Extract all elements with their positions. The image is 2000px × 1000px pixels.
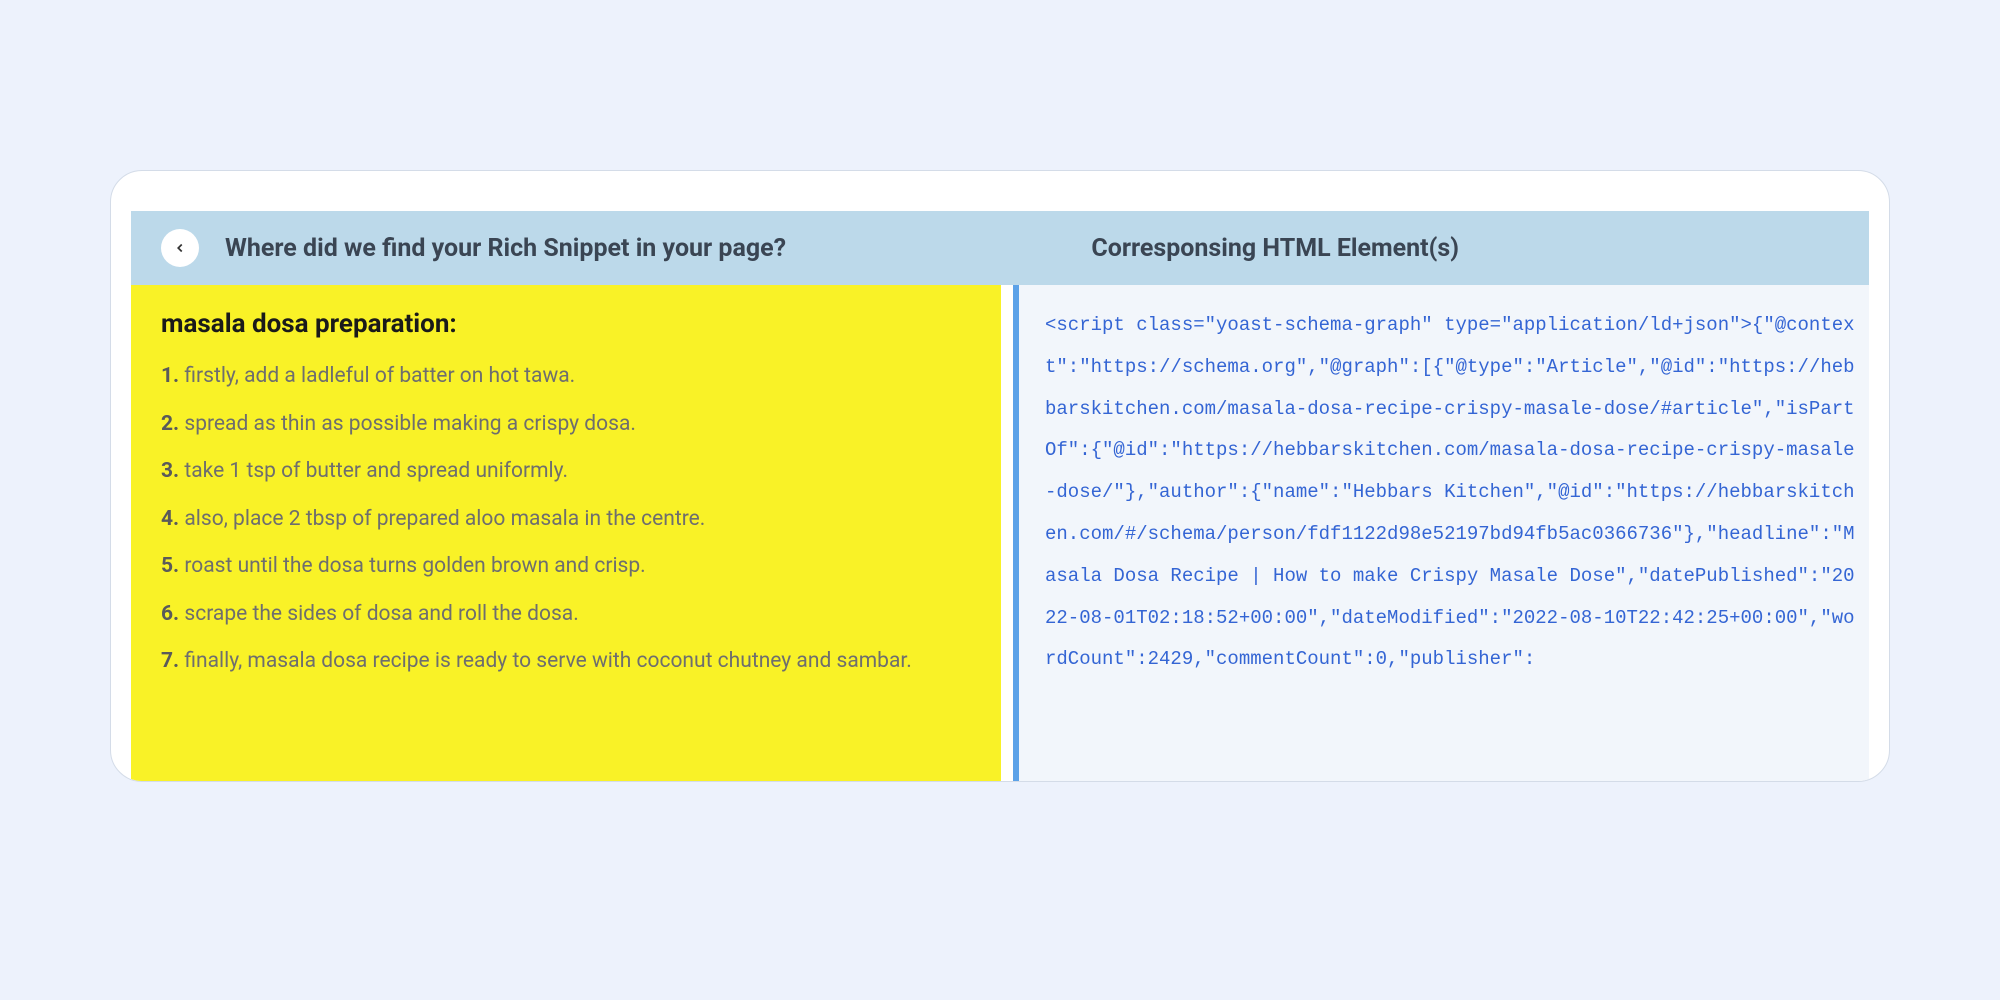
- recipe-number: 7.: [161, 649, 179, 673]
- recipe-text: spread as thin as possible making a cris…: [184, 412, 636, 436]
- recipe-title: masala dosa preparation:: [161, 309, 971, 339]
- chevron-left-icon: [173, 241, 187, 255]
- recipe-number: 4.: [161, 507, 179, 531]
- recipe-number: 5.: [161, 554, 179, 578]
- content-area: masala dosa preparation: 1. firstly, add…: [131, 285, 1869, 781]
- recipe-number: 3.: [161, 459, 179, 483]
- code-content: <script class="yoast-schema-graph" type=…: [1045, 305, 1855, 781]
- recipe-item: 2. spread as thin as possible making a c…: [161, 409, 971, 441]
- recipe-number: 6.: [161, 602, 179, 626]
- recipe-item: 6. scrape the sides of dosa and roll the…: [161, 599, 971, 631]
- recipe-text: take 1 tsp of butter and spread uniforml…: [184, 459, 568, 483]
- recipe-item: 1. firstly, add a ladleful of batter on …: [161, 361, 971, 393]
- recipe-number: 1.: [161, 364, 179, 388]
- header-title-right: Corresponsing HTML Element(s): [1091, 234, 1459, 263]
- snippet-panel: masala dosa preparation: 1. firstly, add…: [131, 285, 1001, 781]
- html-panel[interactable]: <script class="yoast-schema-graph" type=…: [1013, 285, 1869, 781]
- recipe-number: 2.: [161, 412, 179, 436]
- main-card: Where did we find your Rich Snippet in y…: [110, 170, 1890, 782]
- recipe-text: firstly, add a ladleful of batter on hot…: [184, 364, 575, 388]
- recipe-list: 1. firstly, add a ladleful of batter on …: [161, 361, 971, 678]
- recipe-item: 4. also, place 2 tbsp of prepared aloo m…: [161, 504, 971, 536]
- header-bar: Where did we find your Rich Snippet in y…: [131, 211, 1869, 285]
- header-title-left: Where did we find your Rich Snippet in y…: [225, 234, 786, 263]
- recipe-text: roast until the dosa turns golden brown …: [184, 554, 645, 578]
- recipe-item: 3. take 1 tsp of butter and spread unifo…: [161, 456, 971, 488]
- recipe-text: scrape the sides of dosa and roll the do…: [184, 602, 578, 626]
- recipe-item: 7. finally, masala dosa recipe is ready …: [161, 646, 971, 678]
- back-button[interactable]: [161, 229, 199, 267]
- recipe-text: finally, masala dosa recipe is ready to …: [184, 649, 911, 673]
- recipe-text: also, place 2 tbsp of prepared aloo masa…: [184, 507, 705, 531]
- recipe-item: 5. roast until the dosa turns golden bro…: [161, 551, 971, 583]
